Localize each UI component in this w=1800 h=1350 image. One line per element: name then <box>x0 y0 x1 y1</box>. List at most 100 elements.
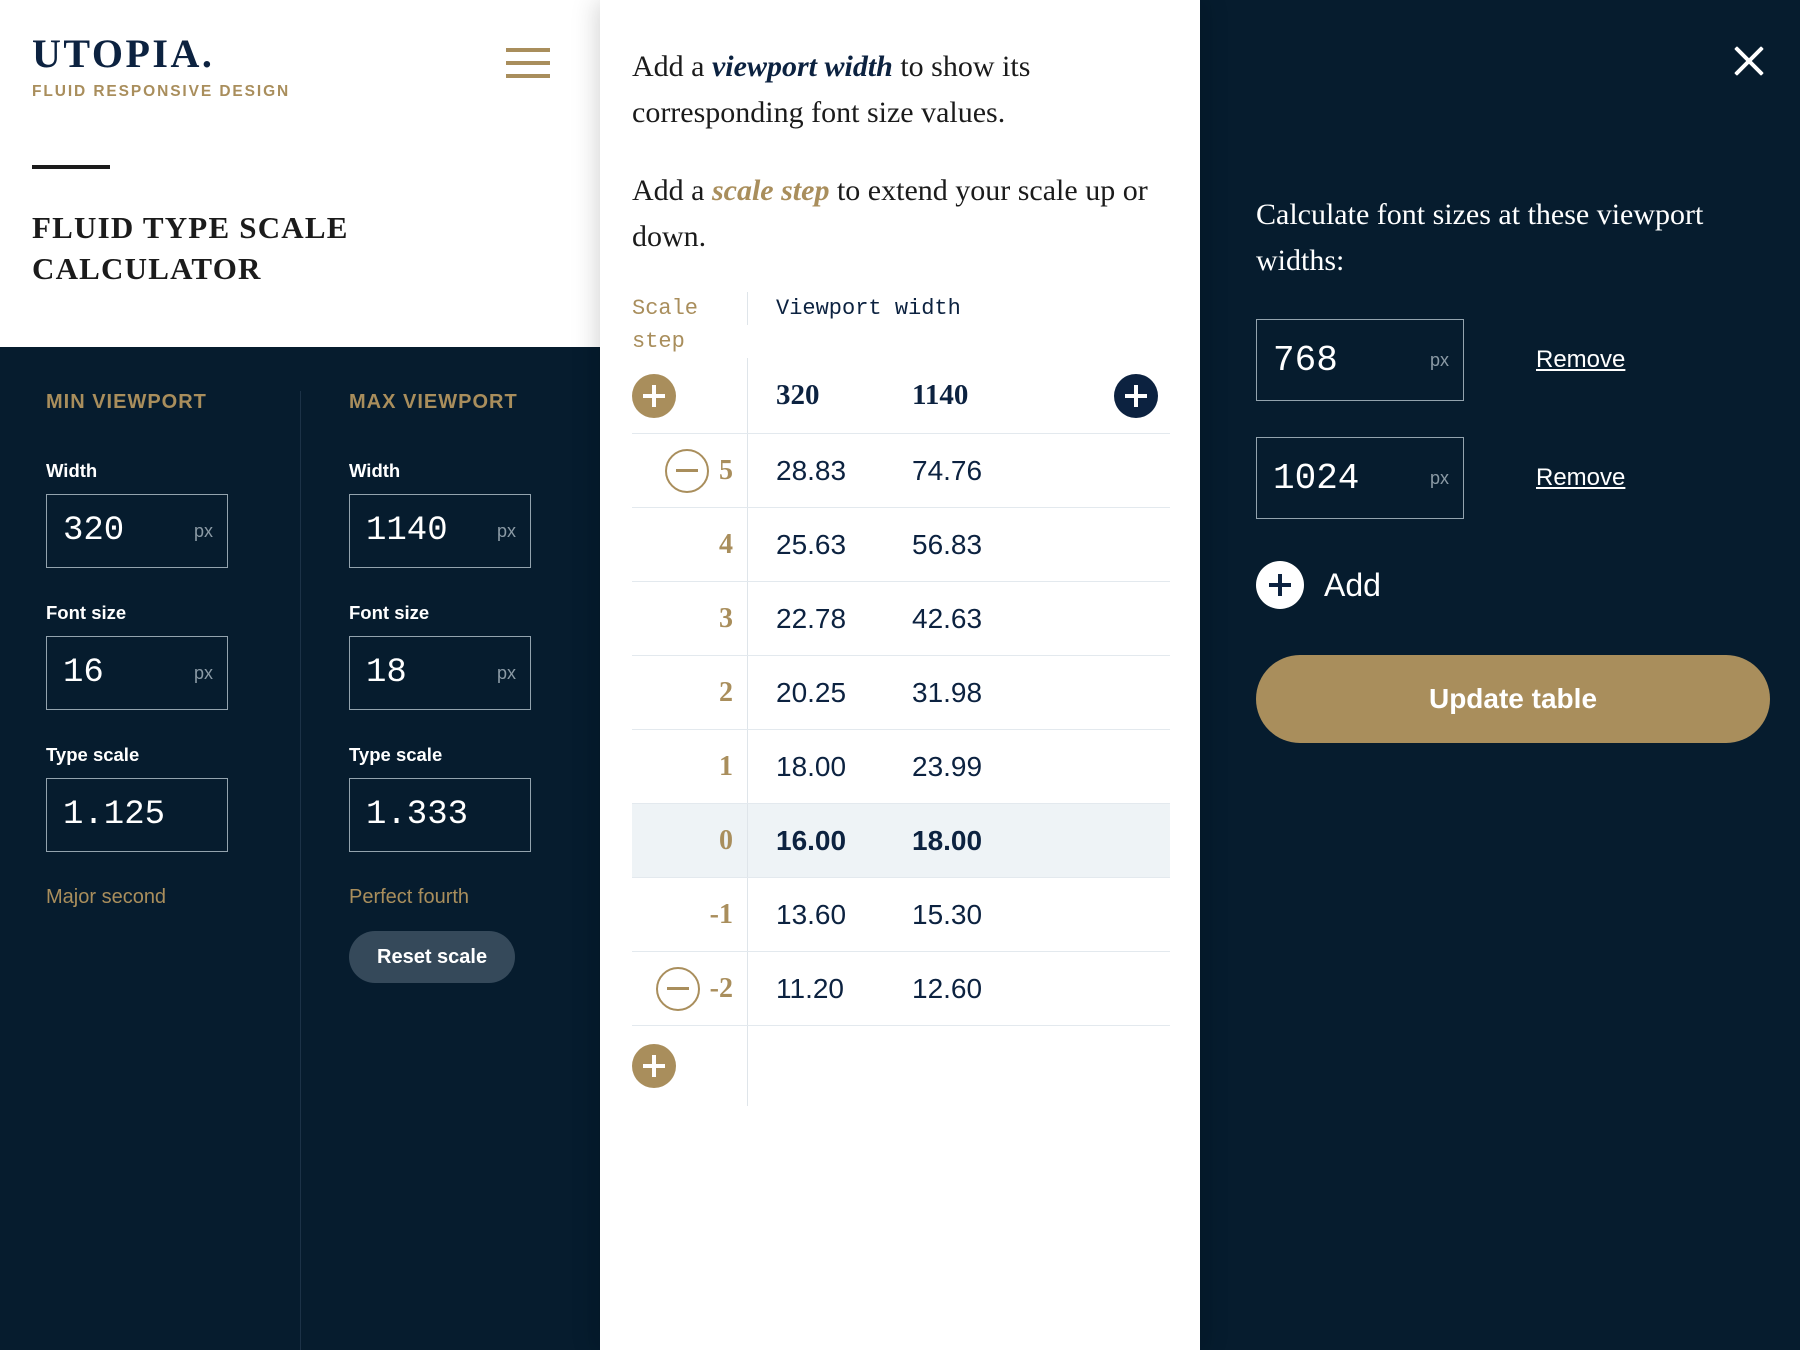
font-size-min: 11.20 <box>776 972 844 1004</box>
font-size-min: 22.78 <box>776 602 847 634</box>
plus-icon <box>1125 384 1147 407</box>
scale-step-value: 0 <box>719 824 733 856</box>
scale-step-value: -1 <box>709 898 733 930</box>
table-row-base: 0 16.00 18.00 <box>632 804 1170 879</box>
viewport-header-max: 1140 <box>912 379 969 412</box>
hamburger-bar-2 <box>506 61 550 65</box>
scale-table-header-row: 320 1140 <box>632 358 1170 435</box>
right-panel: Calculate font sizes at these viewport w… <box>1200 0 1800 1350</box>
font-size-min: 28.83 <box>776 454 847 486</box>
font-size-max: 31.98 <box>912 676 983 708</box>
font-size-max: 56.83 <box>912 528 983 560</box>
viewport-form: MIN VIEWPORT Width 320 px Font size 16 p… <box>0 347 600 1350</box>
remove-viewport-link-1[interactable]: Remove <box>1536 346 1625 374</box>
min-width-input[interactable]: 320 px <box>46 494 228 568</box>
hamburger-bar-1 <box>506 48 550 52</box>
footer-step-cell <box>632 1026 747 1106</box>
scale-step-value: 1 <box>719 750 733 782</box>
min-type-scale-label: Type scale <box>46 744 140 765</box>
page-title: FLUID TYPE SCALE CALCULATOR <box>32 210 349 287</box>
plus-icon <box>1269 574 1291 597</box>
scale-step-column-label: Scale step <box>632 296 699 355</box>
brand-bar: UTOPIA. FLUID RESPONSIVE DESIGN FLUID TY… <box>0 0 600 347</box>
add-viewport-button[interactable] <box>1256 561 1304 610</box>
row-step-cell: 2 <box>632 656 747 729</box>
row-values-cell: 16.00 18.00 <box>747 804 1170 878</box>
reset-scale-button[interactable]: Reset scale <box>349 931 516 983</box>
viewport-width-input-1[interactable]: 768 px <box>1256 319 1464 402</box>
plus-icon <box>643 384 665 407</box>
add-scale-step-bottom-button[interactable] <box>632 1044 676 1089</box>
table-row: 5 28.83 74.76 <box>632 434 1170 509</box>
max-width-input[interactable]: 1140 px <box>349 494 531 568</box>
min-font-size-unit: px <box>193 662 213 683</box>
logo-tagline: FLUID RESPONSIVE DESIGN <box>32 83 291 100</box>
remove-viewport-link-2[interactable]: Remove <box>1536 464 1625 492</box>
instruction-2-prefix: Add a <box>632 174 712 208</box>
viewport-width-row: 768 px Remove <box>1256 319 1770 402</box>
max-type-scale-input[interactable]: 1.333 <box>349 778 531 852</box>
max-width-label: Width <box>349 460 401 481</box>
min-width-label: Width <box>46 460 98 481</box>
max-viewport-column: MAX VIEWPORT Width 1140 px Font size 18 … <box>300 391 600 1350</box>
max-type-scale-label: Type scale <box>349 744 443 765</box>
title-rule <box>32 165 110 169</box>
header-values-cell: 320 1140 <box>747 358 1170 434</box>
min-font-size-label: Font size <box>46 602 127 623</box>
add-scale-step-top-button[interactable] <box>632 373 676 418</box>
max-font-size-input[interactable]: 18 px <box>349 636 531 710</box>
hamburger-icon[interactable] <box>506 48 550 78</box>
max-viewport-heading: MAX VIEWPORT <box>349 391 518 413</box>
hamburger-bar-3 <box>506 74 550 78</box>
brand-block: UTOPIA. FLUID RESPONSIVE DESIGN <box>32 34 290 101</box>
table-row: 2 20.25 31.98 <box>632 656 1170 731</box>
row-values-cell: 20.25 31.98 <box>747 656 1170 730</box>
add-viewport-row[interactable]: Add <box>1256 561 1770 610</box>
row-step-cell: -1 <box>632 878 747 951</box>
table-row: 4 25.63 56.83 <box>632 508 1170 583</box>
brand-header-row: UTOPIA. FLUID RESPONSIVE DESIGN <box>32 34 568 101</box>
update-table-button[interactable]: Update table <box>1256 655 1770 744</box>
middle-panel: Add a viewport width to show its corresp… <box>600 0 1200 1350</box>
minus-icon <box>666 986 689 991</box>
scale-table-header-labels: Scale step Viewport width <box>632 292 1170 358</box>
add-viewport-column-button[interactable] <box>1114 373 1158 418</box>
scale-table-footer-row <box>632 1026 1170 1107</box>
font-size-min: 20.25 <box>776 676 847 708</box>
logo-wordmark: UTOPIA. <box>32 31 215 76</box>
table-row: -1 13.60 15.30 <box>632 878 1170 953</box>
remove-scale-step-button[interactable] <box>655 966 700 1011</box>
viewport-width-unit-2: px <box>1429 467 1449 488</box>
viewport-header-min: 320 <box>776 379 820 412</box>
row-step-cell: 0 <box>632 804 747 877</box>
font-size-max: 74.76 <box>912 454 983 486</box>
row-step-cell: 3 <box>632 582 747 655</box>
left-panel: UTOPIA. FLUID RESPONSIVE DESIGN FLUID TY… <box>0 0 600 1350</box>
plus-icon <box>643 1055 665 1078</box>
close-icon[interactable] <box>1726 38 1772 84</box>
remove-scale-step-button[interactable] <box>665 448 709 493</box>
add-viewport-label: Add <box>1324 566 1381 603</box>
min-font-size-input[interactable]: 16 px <box>46 636 228 710</box>
row-step-cell: -2 <box>632 952 747 1025</box>
row-values-cell: 18.00 23.99 <box>747 730 1170 804</box>
table-row: 3 22.78 42.63 <box>632 582 1170 657</box>
font-size-max: 18.00 <box>912 824 983 856</box>
scale-step-value: 5 <box>719 454 733 486</box>
minus-icon <box>676 468 698 473</box>
scale-step-value: 2 <box>719 676 733 708</box>
min-type-scale-value: 1.125 <box>63 796 166 834</box>
font-size-max: 12.60 <box>912 972 983 1004</box>
min-type-scale-input[interactable]: 1.125 <box>46 778 228 852</box>
viewport-width-input-2[interactable]: 1024 px <box>1256 437 1464 520</box>
instruction-scale-step: Add a scale step to extend your scale up… <box>632 168 1170 259</box>
row-values-cell: 22.78 42.63 <box>747 582 1170 656</box>
instruction-1-emphasis: viewport width <box>711 50 893 83</box>
row-values-cell: 13.60 15.30 <box>747 878 1170 952</box>
viewport-width-column-label: Viewport width <box>747 292 1170 326</box>
header-step-cell <box>632 373 747 418</box>
scale-table: Scale step Viewport width 320 1140 5 28.… <box>632 292 1170 1107</box>
app-root: UTOPIA. FLUID RESPONSIVE DESIGN FLUID TY… <box>0 0 1800 1350</box>
instruction-2-emphasis: scale step <box>711 174 830 208</box>
min-viewport-heading: MIN VIEWPORT <box>46 391 207 413</box>
